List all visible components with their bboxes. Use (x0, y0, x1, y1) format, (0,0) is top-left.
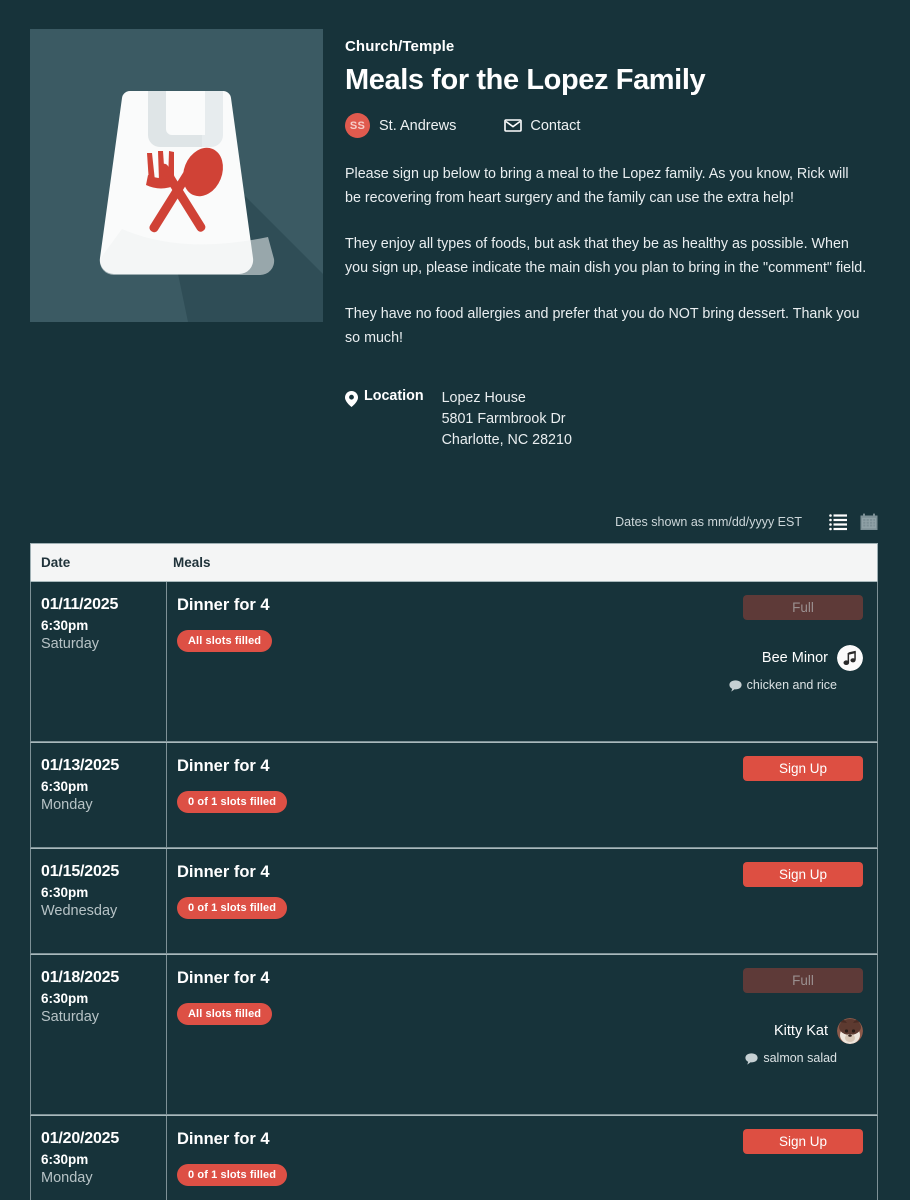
row-time: 6:30pm (41, 885, 89, 900)
cell-meals: Dinner for 40 of 1 slots filled Sign Up (167, 743, 877, 847)
page-title: Meals for the Lopez Family (345, 64, 706, 96)
list-view-icon[interactable] (829, 513, 847, 531)
cell-meals: Dinner for 40 of 1 slots filled Sign Up (167, 1116, 877, 1200)
slots-badge: All slots filled (177, 1003, 273, 1025)
signup-entry: Bee Minor chicken and rice (729, 645, 863, 692)
cell-meals: Dinner for 4 All slots filled Full Kitty Ka… (167, 955, 877, 1114)
dates-format-note: Dates shown as mm/dd/yyyy EST (615, 515, 802, 529)
photo-avatar (837, 1018, 863, 1044)
signup-entry: Kitty Kat salmon salad (745, 1018, 863, 1065)
cell-date: 01/13/2025 6:30pm Monday (31, 743, 167, 847)
row-time: 6:30pm (41, 991, 89, 1006)
row-time: 6:30pm (41, 618, 89, 633)
slots-badge: 0 of 1 slots filled (177, 1164, 288, 1186)
table-row: 01/13/2025 6:30pm Monday Dinner for 40 of 1… (30, 742, 878, 848)
table-header: Date Meals (30, 543, 878, 581)
location-address: Lopez House 5801 Farmbrook Dr Charlotte,… (442, 388, 572, 451)
slots-badge: All slots filled (177, 630, 273, 652)
location-street: 5801 Farmbrook Dr (441, 411, 566, 427)
signee-name: Bee Minor (761, 650, 828, 666)
table-row: 01/11/2025 6:30pm Saturday Dinner for 4 All … (30, 581, 878, 742)
signee-row: Kitty Kat (774, 1018, 863, 1044)
contact-link[interactable]: Contact (504, 118, 580, 134)
row-day: Saturday (41, 636, 100, 652)
row-date: 01/15/2025 (41, 863, 120, 880)
row-day: Saturday (41, 1009, 100, 1025)
category-kicker: Church/Temple (345, 38, 455, 55)
row-date: 01/13/2025 (41, 757, 120, 774)
location-label: Location (364, 388, 424, 404)
cell-date: 01/11/2025 6:30pm Saturday (31, 582, 167, 741)
location-block: Location Lopez House 5801 Farmbrook Dr C… (345, 388, 572, 451)
comment-text: salmon salad (763, 1051, 837, 1065)
description-paragraph: They enjoy all types of foods, but ask t… (345, 236, 867, 276)
table-body: 01/11/2025 6:30pm Saturday Dinner for 4 All … (30, 581, 878, 1200)
comment-bubble-icon (745, 1052, 758, 1065)
row-date: 01/11/2025 (41, 596, 119, 613)
cell-date: 01/20/2025 6:30pm Monday (31, 1116, 167, 1200)
table-row: 01/20/2025 6:30pm Monday Dinner for 40 of 1… (30, 1115, 878, 1200)
cell-meals: Dinner for 4 All slots filled Full Bee Mino… (167, 582, 877, 741)
sign-up-button[interactable]: Sign Up (743, 756, 863, 781)
comment-text: chicken and rice (746, 678, 837, 692)
map-pin-icon (345, 391, 358, 451)
organization-name: St. Andrews (379, 117, 457, 134)
table-row: 01/15/2025 6:30pm Wednesday Dinner for 40 o… (30, 848, 878, 954)
envelope-icon (504, 119, 523, 133)
header-meta: SS St. Andrews Contact (345, 113, 870, 139)
table-row: 01/18/2025 6:30pm Saturday Dinner for 4 All … (30, 954, 878, 1115)
description: Please sign up below to bring a meal to … (345, 162, 867, 372)
row-day: Monday (41, 1170, 93, 1186)
row-time: 6:30pm (41, 779, 89, 794)
row-day: Wednesday (41, 903, 118, 919)
description-paragraph: They have no food allergies and prefer t… (345, 306, 860, 346)
description-paragraph: Please sign up below to bring a meal to … (345, 166, 849, 206)
signup-page: Church/Temple Meals for the Lopez Family… (0, 0, 910, 1200)
row-day: Monday (41, 797, 93, 813)
full-button: Full (743, 595, 863, 620)
row-time: 6:30pm (41, 1152, 89, 1167)
slots-badge: 0 of 1 slots filled (177, 897, 288, 919)
signup-comment: salmon salad (745, 1051, 837, 1065)
hero-image (30, 29, 323, 322)
row-date: 01/18/2025 (41, 969, 120, 986)
sign-up-button[interactable]: Sign Up (743, 1129, 863, 1154)
signee-name: Kitty Kat (774, 1023, 828, 1039)
full-button: Full (743, 968, 863, 993)
header: Church/Temple Meals for the Lopez Family… (345, 38, 870, 139)
column-header-meals: Meals (173, 555, 211, 570)
music-note-avatar (837, 645, 863, 671)
location-name: Lopez House (441, 390, 526, 406)
column-header-date: Date (41, 555, 71, 570)
cell-meals: Dinner for 40 of 1 slots filled Sign Up (167, 849, 877, 953)
cell-date: 01/15/2025 6:30pm Wednesday (31, 849, 167, 953)
signee-row: Bee Minor (762, 645, 863, 671)
view-toolbar: Dates shown as mm/dd/yyyy EST (615, 513, 878, 531)
location-city-state-zip: Charlotte, NC 28210 (441, 432, 572, 448)
comment-bubble-icon (729, 679, 742, 692)
takeout-bag-icon (30, 29, 323, 322)
calendar-view-icon[interactable] (860, 513, 878, 531)
row-date: 01/20/2025 (41, 1130, 120, 1147)
signup-comment: chicken and rice (729, 678, 837, 692)
contact-label: Contact (530, 117, 581, 134)
signup-table: Date Meals 01/11/2025 6:30pm Saturday Dinne… (30, 543, 878, 1200)
sign-up-button[interactable]: Sign Up (743, 862, 863, 887)
avatar: SS (345, 113, 370, 139)
cell-date: 01/18/2025 6:30pm Saturday (31, 955, 167, 1114)
slots-badge: 0 of 1 slots filled (177, 791, 288, 813)
